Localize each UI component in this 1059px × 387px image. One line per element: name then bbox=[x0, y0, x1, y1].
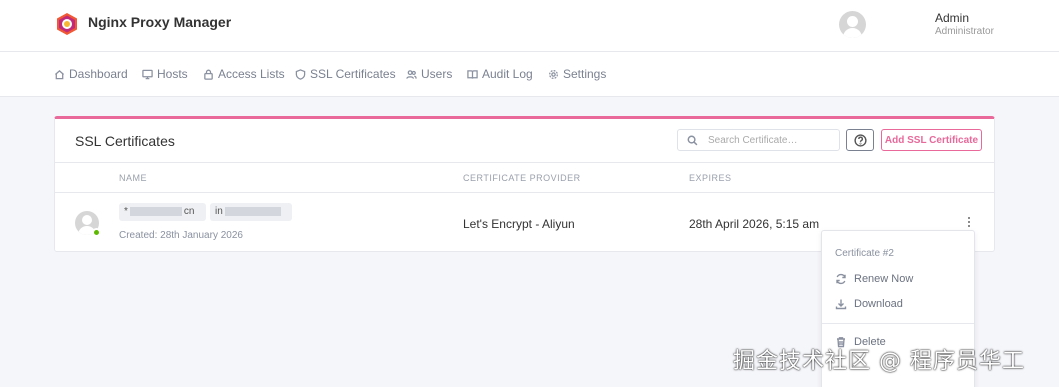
nav-ssl-certificates[interactable]: SSL Certificates bbox=[295, 67, 396, 81]
nav-access-lists[interactable]: Access Lists bbox=[203, 67, 285, 81]
menu-label: Renew Now bbox=[854, 273, 914, 285]
nav-audit-log[interactable]: Audit Log bbox=[467, 67, 533, 81]
renew-now-menu-item[interactable]: Renew Now bbox=[835, 273, 913, 285]
nav-label: SSL Certificates bbox=[310, 67, 396, 81]
book-icon bbox=[467, 69, 478, 79]
download-menu-item[interactable]: Download bbox=[835, 298, 903, 310]
download-icon bbox=[835, 299, 847, 310]
home-icon bbox=[54, 69, 65, 79]
expiry-date: 28th April 2026, 5:15 am bbox=[689, 217, 820, 231]
nav-users[interactable]: Users bbox=[406, 67, 452, 81]
menu-divider bbox=[822, 323, 974, 324]
search-box[interactable] bbox=[677, 129, 840, 151]
table-header: NAME CERTIFICATE PROVIDER EXPIRES bbox=[55, 162, 994, 193]
lock-icon bbox=[204, 69, 213, 80]
created-date: Created: 28th January 2026 bbox=[119, 230, 243, 241]
add-ssl-certificate-button[interactable]: Add SSL Certificate bbox=[881, 129, 982, 151]
shield-icon bbox=[295, 68, 306, 80]
nav-label: Audit Log bbox=[482, 67, 533, 81]
search-icon bbox=[687, 135, 698, 146]
domain-prefix: in bbox=[215, 206, 223, 217]
help-icon bbox=[853, 133, 867, 147]
nav-label: Hosts bbox=[157, 67, 188, 81]
search-input[interactable] bbox=[708, 132, 834, 148]
certificate-provider: Let's Encrypt - Aliyun bbox=[463, 217, 575, 231]
users-icon bbox=[406, 69, 417, 79]
menu-label: Download bbox=[854, 298, 903, 310]
column-header-expires: EXPIRES bbox=[689, 173, 732, 183]
status-indicator bbox=[92, 228, 101, 237]
logo-icon[interactable] bbox=[55, 12, 79, 36]
nav-label: Users bbox=[421, 67, 453, 81]
nav-label: Settings bbox=[563, 67, 607, 81]
gear-icon bbox=[549, 69, 558, 79]
column-header-provider: CERTIFICATE PROVIDER bbox=[463, 173, 581, 183]
domain-tag: in bbox=[210, 203, 292, 221]
help-button[interactable] bbox=[846, 129, 874, 151]
redacted-text bbox=[129, 206, 182, 216]
column-header-name: NAME bbox=[119, 173, 148, 183]
nav-label: Access Lists bbox=[218, 67, 285, 81]
nav-settings[interactable]: Settings bbox=[548, 67, 606, 81]
user-avatar[interactable] bbox=[839, 11, 866, 38]
user-name[interactable]: Admin bbox=[935, 11, 969, 25]
main-nav: Dashboard Hosts Access Lists SSL Certifi… bbox=[0, 52, 1059, 97]
watermark-text: 掘金技术社区 @ 程序员华工 bbox=[733, 349, 1025, 374]
card-title: SSL Certificates bbox=[75, 133, 175, 149]
app-title[interactable]: Nginx Proxy Manager bbox=[88, 14, 231, 30]
dropdown-header: Certificate #2 bbox=[835, 248, 894, 259]
domain-tag: * cn bbox=[119, 203, 206, 221]
monitor-icon bbox=[142, 69, 153, 79]
domain-suffix: cn bbox=[183, 206, 195, 217]
nav-dashboard[interactable]: Dashboard bbox=[54, 67, 128, 81]
redacted-text bbox=[224, 206, 281, 216]
top-header: Nginx Proxy Manager bbox=[0, 0, 1059, 52]
row-actions-menu-icon[interactable] bbox=[963, 216, 975, 230]
nav-hosts[interactable]: Hosts bbox=[142, 67, 188, 81]
user-role: Administrator bbox=[935, 26, 994, 37]
refresh-icon bbox=[836, 273, 846, 285]
nav-label: Dashboard bbox=[69, 67, 128, 81]
domain-prefix: * bbox=[124, 206, 128, 217]
